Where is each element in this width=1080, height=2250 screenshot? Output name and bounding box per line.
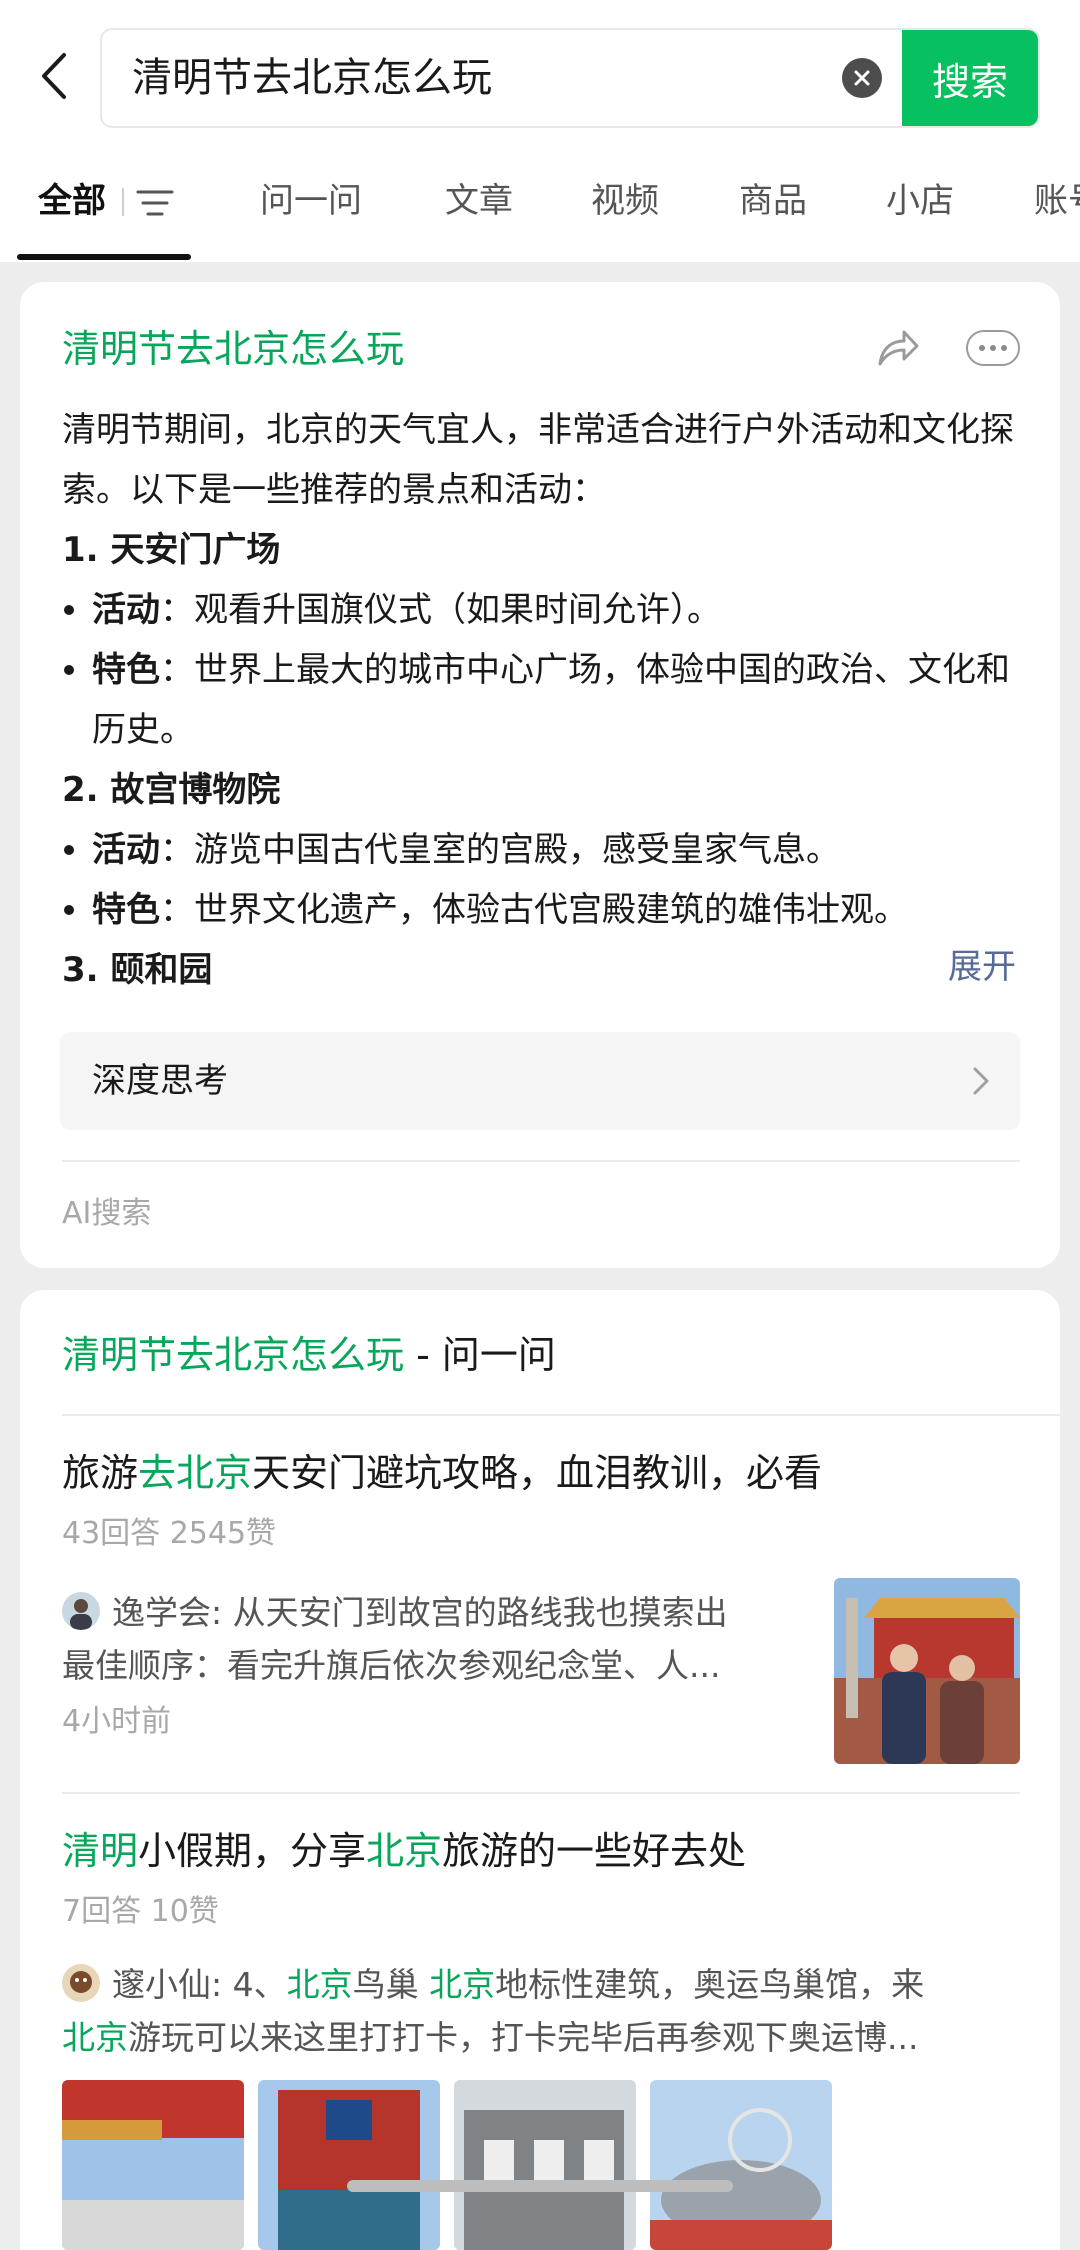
tab-separator xyxy=(122,188,124,216)
search-input[interactable]: 清明节去北京怎么玩 xyxy=(132,30,492,126)
share-icon[interactable] xyxy=(876,326,920,368)
tab-all[interactable]: 全部 xyxy=(38,178,106,224)
bullet-item: 特色：世界上最大的城市中心广场，体验中国的政治、文化和历史。 xyxy=(62,640,1022,760)
tab-products[interactable]: 商品 xyxy=(739,178,807,224)
question-stats: 7回答 10赞 xyxy=(62,1894,219,1929)
bullet-item: 特色：世界文化遗产，体验古代宫殿建筑的雄伟壮观。 xyxy=(62,880,1022,940)
avatar xyxy=(62,1964,100,2002)
question-thumbnail[interactable] xyxy=(834,1578,1020,1764)
tab-videos[interactable]: 视频 xyxy=(591,178,659,224)
answer-snippet[interactable]: 邃小仙: 4、北京鸟巢 北京地标性建筑，奥运鸟巢馆，来 北京游玩可以来这里打打卡… xyxy=(62,1958,1042,2064)
more-options-icon[interactable] xyxy=(966,330,1020,366)
deep-think-label: 深度思考 xyxy=(92,1061,228,1101)
ask-results-card: 清明节去北京怎么玩 - 问一问 旅游去北京天安门避坑攻略，血泪教训，必看 43回… xyxy=(20,1290,1062,2250)
bullet-item: 活动：游览中国古代皇室的宫殿，感受皇家气息。 xyxy=(62,820,1022,880)
divider xyxy=(62,1792,1020,1794)
expand-link[interactable]: 展开 xyxy=(948,942,1016,992)
clear-search-button[interactable] xyxy=(842,58,882,98)
question-title[interactable]: 清明小假期，分享北京旅游的一些好去处 xyxy=(62,1824,746,1878)
tab-shops[interactable]: 小店 xyxy=(886,178,954,224)
ai-answer-title[interactable]: 清明节去北京怎么玩 xyxy=(62,324,404,374)
ai-answer-body: 清明节期间，北京的天气宜人，非常适合进行户外活动和文化探索。以下是一些推荐的景点… xyxy=(62,400,1022,1000)
search-button[interactable]: 搜索 xyxy=(902,30,1038,126)
section-heading: 2. 故宫博物院 xyxy=(62,770,281,810)
chevron-left-icon xyxy=(42,53,66,99)
close-icon xyxy=(854,70,870,86)
answer-image[interactable] xyxy=(454,2080,636,2250)
divider xyxy=(62,1414,1062,1416)
tab-articles[interactable]: 文章 xyxy=(445,178,513,224)
chevron-right-icon xyxy=(973,1067,989,1095)
answer-snippet[interactable]: 逸学会: 从天安门到故宫的路线我也摸索出 最佳顺序：看完升旗后依次参观纪念堂、人… xyxy=(62,1586,782,1692)
category-tabs: 全部 问一问 文章 视频 商品 小店 账号 xyxy=(0,160,1080,260)
section-heading: 1. 天安门广场 xyxy=(62,530,281,570)
answer-image[interactable] xyxy=(62,2080,244,2250)
answer-image[interactable] xyxy=(650,2080,832,2250)
active-tab-indicator xyxy=(17,254,191,260)
ai-answer-card: 清明节去北京怎么玩 清明节期间，北京的天气宜人，非常适合进行户外活动和文化探索。… xyxy=(20,282,1060,1268)
question-title[interactable]: 旅游去北京天安门避坑攻略，血泪教训，必看 xyxy=(62,1446,822,1500)
tab-accounts[interactable]: 账号 xyxy=(1034,178,1080,224)
section-heading: 3. 颐和园 xyxy=(62,950,213,990)
deep-think-button[interactable]: 深度思考 xyxy=(60,1032,1020,1130)
home-indicator xyxy=(347,2180,733,2192)
post-time: 4小时前 xyxy=(62,1704,172,1739)
tab-ask[interactable]: 问一问 xyxy=(260,178,362,224)
back-button[interactable] xyxy=(30,46,80,106)
search-bar[interactable]: 清明节去北京怎么玩 搜索 xyxy=(100,28,1040,128)
avatar xyxy=(62,1592,100,1630)
filter-icon[interactable] xyxy=(136,186,174,220)
top-bar: 清明节去北京怎么玩 搜索 全部 问一问 文章 视频 商品 小店 账号 xyxy=(0,0,1080,262)
bullet-item: 活动：观看升国旗仪式（如果时间允许）。 xyxy=(62,580,1022,640)
answer-image[interactable] xyxy=(258,2080,440,2250)
ask-section-header[interactable]: 清明节去北京怎么玩 - 问一问 xyxy=(62,1328,556,1382)
ai-answer-intro: 清明节期间，北京的天气宜人，非常适合进行户外活动和文化探索。以下是一些推荐的景点… xyxy=(62,410,1014,510)
ai-source-label: AI搜索 xyxy=(62,1196,152,1231)
divider xyxy=(62,1160,1020,1162)
question-stats: 43回答 2545赞 xyxy=(62,1516,277,1551)
